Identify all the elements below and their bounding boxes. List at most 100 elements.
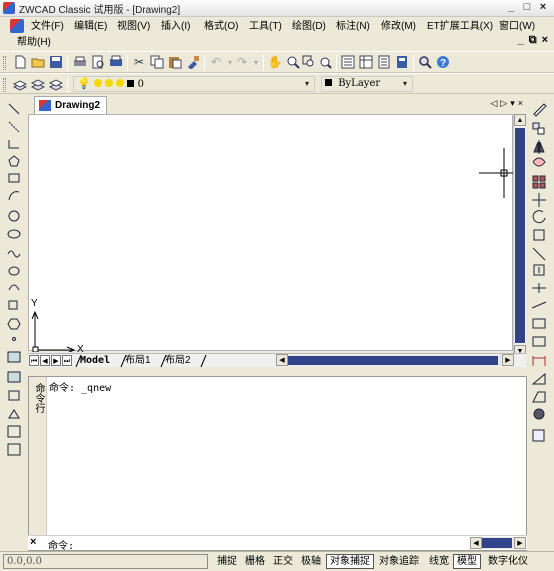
snap-toggle[interactable]: 捕捉 xyxy=(213,554,241,569)
scroll-up-button[interactable]: ▲ xyxy=(514,114,526,126)
print-icon[interactable] xyxy=(72,54,88,70)
zoom-window-icon[interactable] xyxy=(301,54,317,70)
command-scrollbar[interactable]: ◀ ▶ xyxy=(470,537,526,549)
hatch-icon[interactable] xyxy=(5,350,23,367)
print-preview-icon[interactable] xyxy=(90,54,106,70)
paste-icon[interactable] xyxy=(167,54,183,70)
region-icon[interactable] xyxy=(5,386,23,403)
digitizer-toggle[interactable]: 数字化仪 xyxy=(484,554,532,569)
osnap-toggle[interactable]: 对象捕捉 xyxy=(326,554,374,569)
close-button[interactable]: × xyxy=(536,1,550,14)
next-layout-button[interactable]: ▶ xyxy=(51,355,61,366)
tab-close-button[interactable]: × xyxy=(518,98,523,109)
open-folder-icon[interactable] xyxy=(30,54,46,70)
circle-icon[interactable] xyxy=(5,206,23,223)
revision-cloud-icon[interactable] xyxy=(5,278,23,295)
table-icon[interactable] xyxy=(5,422,23,439)
rectangle-icon[interactable] xyxy=(5,170,23,187)
arc-icon[interactable] xyxy=(5,188,23,205)
zoom-search-icon[interactable] xyxy=(417,54,433,70)
copy-icon[interactable] xyxy=(149,54,165,70)
make-block-icon[interactable] xyxy=(5,314,23,331)
gradient-icon[interactable] xyxy=(5,368,23,385)
minimize-button[interactable]: _ xyxy=(504,1,518,14)
doc-minimize-button[interactable]: _ xyxy=(518,34,524,47)
menu-file[interactable]: 文件(F) xyxy=(28,19,67,35)
horizontal-scrollbar[interactable]: ◀ ▶ xyxy=(276,354,514,366)
cmd-scroll-right-button[interactable]: ▶ xyxy=(514,537,526,549)
command-close-button[interactable]: × xyxy=(30,536,36,548)
cmd-scroll-thumb[interactable] xyxy=(482,538,512,548)
point-icon[interactable] xyxy=(5,332,23,349)
tab-prev-button[interactable]: ◁ xyxy=(490,98,497,109)
layer-manager-icon[interactable] xyxy=(12,76,28,92)
chevron-down-icon[interactable]: ▾ xyxy=(300,77,314,91)
command-prompt-line[interactable]: 命令: ◀ ▶ xyxy=(28,535,527,552)
ellipse-arc-icon[interactable] xyxy=(5,260,23,277)
tab-next-button[interactable]: ▷ xyxy=(500,98,507,109)
redo-dropdown-icon[interactable]: ▾ xyxy=(248,54,264,70)
vertical-scrollbar[interactable]: ▲ ▼ xyxy=(513,114,526,359)
ortho-toggle[interactable]: 正交 xyxy=(269,554,297,569)
maximize-button[interactable]: □ xyxy=(520,1,534,14)
layer-state-icon[interactable] xyxy=(48,76,64,92)
layer-combo[interactable]: 💡 0 ▾ xyxy=(73,76,315,92)
menu-view[interactable]: 视图(V) xyxy=(114,19,153,35)
doc-restore-button[interactable]: ⧉ xyxy=(529,34,537,47)
toolbar-grip[interactable] xyxy=(3,56,6,70)
pan-hand-icon[interactable]: ✋ xyxy=(267,54,283,70)
grid-toggle[interactable]: 栅格 xyxy=(241,554,269,569)
tab-list-button[interactable]: ▾ xyxy=(510,98,515,109)
scroll-right-button[interactable]: ▶ xyxy=(502,354,514,366)
layer-previous-icon[interactable] xyxy=(30,76,46,92)
spline-icon[interactable] xyxy=(5,242,23,259)
save-icon[interactable] xyxy=(48,54,64,70)
chevron-down-icon[interactable]: ▾ xyxy=(398,77,412,91)
zoom-realtime-icon[interactable] xyxy=(285,54,301,70)
menu-draw[interactable]: 绘图(D) xyxy=(289,19,329,35)
menu-dimension[interactable]: 标注(N) xyxy=(333,19,373,35)
zoom-previous-icon[interactable] xyxy=(317,54,333,70)
menu-et-tools[interactable]: ET扩展工具(X) xyxy=(424,19,496,35)
cut-icon[interactable]: ✂ xyxy=(131,54,147,70)
cmd-scroll-left-button[interactable]: ◀ xyxy=(470,537,482,549)
calculator-icon[interactable] xyxy=(394,54,410,70)
properties-icon[interactable] xyxy=(340,54,356,70)
menu-tools[interactable]: 工具(T) xyxy=(246,19,285,35)
polar-toggle[interactable]: 极轴 xyxy=(297,554,325,569)
first-layout-button[interactable]: ⏮ xyxy=(29,355,39,366)
menu-window[interactable]: 窗口(W) xyxy=(496,19,538,35)
lineweight-toggle[interactable]: 线宽 xyxy=(425,554,453,569)
polygon-icon[interactable] xyxy=(5,152,23,169)
insert-block-icon[interactable] xyxy=(5,296,23,313)
horizontal-scroll-thumb[interactable] xyxy=(288,356,498,365)
otrack-toggle[interactable]: 对象追踪 xyxy=(375,554,423,569)
new-file-icon[interactable] xyxy=(12,54,28,70)
menu-modify[interactable]: 修改(M) xyxy=(378,19,419,35)
menu-format[interactable]: 格式(O) xyxy=(201,19,241,35)
menu-help[interactable]: 帮助(H) xyxy=(14,35,54,51)
menu-insert[interactable]: 插入(I) xyxy=(158,19,193,35)
wipeout-icon[interactable] xyxy=(5,404,23,421)
polyline-icon[interactable] xyxy=(5,134,23,151)
drawing-canvas[interactable]: Y X xyxy=(28,114,514,355)
match-properties-icon[interactable] xyxy=(185,54,201,70)
construction-line-icon[interactable] xyxy=(5,116,23,133)
tab-drawing2[interactable]: Drawing2 xyxy=(34,96,108,114)
vertical-scroll-thumb[interactable] xyxy=(515,128,525,343)
mtext-icon[interactable] xyxy=(5,440,23,457)
model-toggle[interactable]: 模型 xyxy=(453,554,481,569)
publish-icon[interactable] xyxy=(108,54,124,70)
ellipse-icon[interactable] xyxy=(5,224,23,241)
design-center-icon[interactable] xyxy=(358,54,374,70)
document-icon[interactable] xyxy=(10,19,24,33)
toolbar-grip[interactable] xyxy=(3,78,6,92)
prev-layout-button[interactable]: ◀ xyxy=(40,355,50,366)
scroll-left-button[interactable]: ◀ xyxy=(276,354,288,366)
doc-close-button[interactable]: × xyxy=(542,34,548,47)
last-layout-button[interactable]: ⏭ xyxy=(62,355,72,366)
menu-edit[interactable]: 编辑(E) xyxy=(71,19,110,35)
color-combo[interactable]: ByLayer ▾ xyxy=(321,76,413,92)
line-icon[interactable] xyxy=(5,98,23,115)
help-icon[interactable]: ? xyxy=(435,54,451,70)
